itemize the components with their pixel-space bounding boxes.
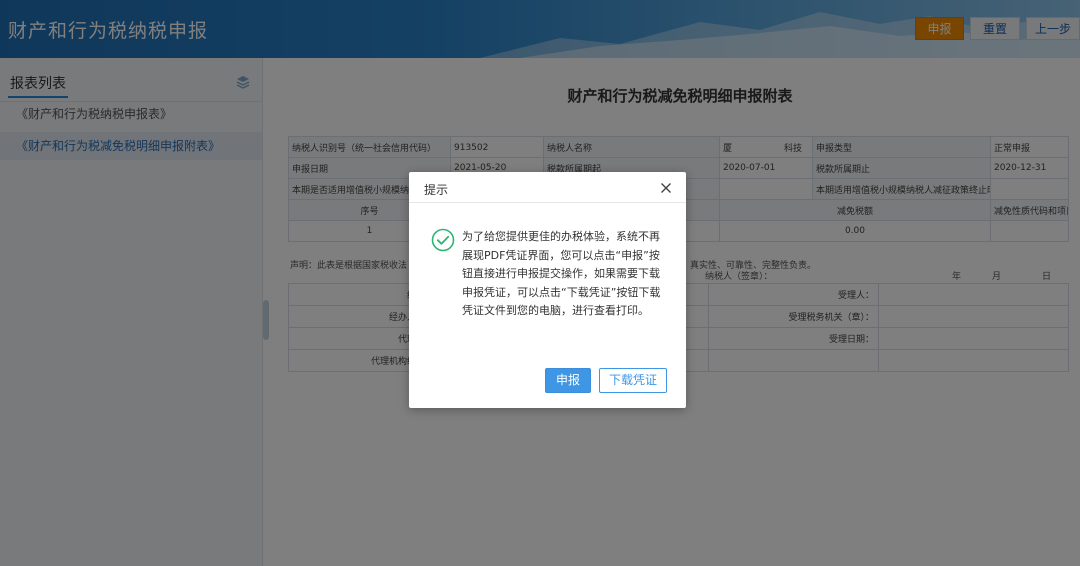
dialog-title: 提示 (424, 183, 449, 197)
dialog-header: 提示 (409, 172, 686, 203)
app-window: 财产和行为税纳税申报 申报 重置 上一步 报表列表 《财产和行为税纳税申报表》 … (0, 0, 1080, 566)
dialog-declare-button[interactable]: 申报 (545, 368, 591, 393)
download-voucher-button[interactable]: 下载凭证 (599, 368, 667, 393)
notice-dialog: 提示 为了给您提供更佳的办税体验，系统不再展现PDF凭证界面，您可以点击“申报”… (409, 172, 686, 408)
check-circle-icon (431, 228, 455, 252)
close-icon[interactable] (660, 182, 672, 194)
dialog-message: 为了给您提供更佳的办税体验，系统不再展现PDF凭证界面，您可以点击“申报”按钮直… (462, 230, 661, 317)
